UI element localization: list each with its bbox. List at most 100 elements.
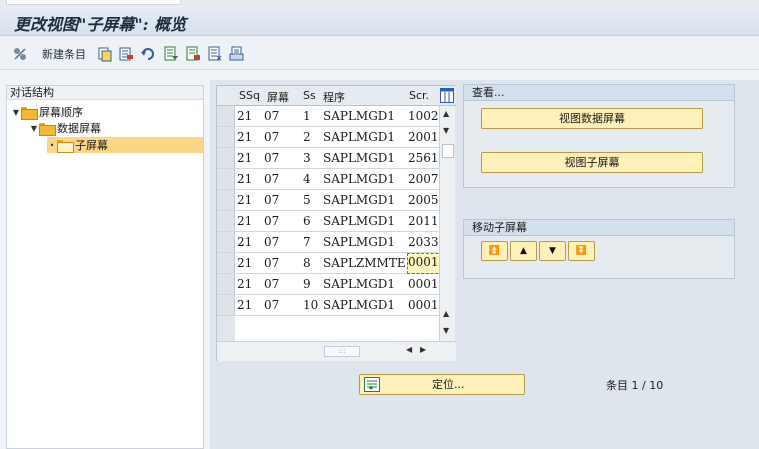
scroll-left-icon[interactable]: ◀ xyxy=(406,345,412,354)
row-selector[interactable] xyxy=(217,211,235,231)
column-header[interactable]: Ss xyxy=(303,89,316,102)
move-up-button[interactable]: ▲ xyxy=(510,241,537,261)
page-down-icon[interactable]: ▼ xyxy=(443,326,449,335)
table-cell[interactable]: 0001 xyxy=(408,298,442,312)
tree-item-screen-sequence[interactable]: ▼ 屏幕顺序 xyxy=(11,104,83,120)
table-row[interactable]: 21 07 9 SAPLMGD1 0001 xyxy=(217,274,439,295)
scroll-right-icon[interactable]: ▶ xyxy=(420,345,426,354)
table-row[interactable]: 21 07 2 SAPLMGD1 2001 xyxy=(217,127,439,148)
table-cell: 3 xyxy=(303,151,311,165)
page-up-icon[interactable]: ▲ xyxy=(443,309,449,318)
table-cell: 21 xyxy=(237,172,253,186)
table-cell[interactable]: 2561 xyxy=(408,151,442,165)
table-row[interactable]: 21 07 1 SAPLMGD1 1002 xyxy=(217,106,439,127)
table-cell[interactable]: 0001 xyxy=(408,277,442,291)
position-button-label: 定位... xyxy=(432,378,465,391)
column-header[interactable]: Scr. xyxy=(409,89,429,102)
column-header[interactable]: 屏幕 xyxy=(267,89,289,105)
view-group: 查看... 视图数据屏幕 视图子屏幕 xyxy=(463,84,735,188)
new-entries-button[interactable]: 新建条目 xyxy=(36,45,86,63)
arrow-down-icon: ▼ xyxy=(549,246,556,256)
window-tab-strip xyxy=(0,0,759,8)
table-cell[interactable]: 1002 xyxy=(408,109,442,123)
view-subscreen-button[interactable]: 视图子屏幕 xyxy=(481,152,703,173)
page-title: 更改视图"子屏幕": 概览 xyxy=(14,15,187,34)
toggle-icon xyxy=(14,48,26,60)
select-all-button[interactable] xyxy=(163,45,179,63)
row-selector[interactable] xyxy=(217,169,235,189)
table-row[interactable]: 21 07 7 SAPLMGD1 2033 xyxy=(217,232,439,253)
table-cell[interactable]: 2001 xyxy=(408,130,442,144)
table-row[interactable]: 21 07 8 SAPLZMMTE…0001 xyxy=(217,253,443,274)
row-selector[interactable] xyxy=(217,190,235,210)
delete-button[interactable] xyxy=(118,45,134,63)
move-last-button[interactable]: ⏬ xyxy=(568,241,595,261)
table-cell: 21 xyxy=(237,235,253,249)
table-cell: SAPLMGD1 xyxy=(323,277,396,291)
column-header[interactable]: SSq xyxy=(239,89,260,102)
expand-icon[interactable]: ▼ xyxy=(29,124,39,133)
column-header[interactable]: 程序 xyxy=(323,89,345,105)
table-cell: 07 xyxy=(264,109,280,123)
copy-as-button[interactable] xyxy=(97,45,113,63)
table-row[interactable]: 21 07 4 SAPLMGD1 2007 xyxy=(217,169,439,190)
view-data-screen-button[interactable]: 视图数据屏幕 xyxy=(481,108,703,129)
table-row[interactable]: 21 07 6 SAPLMGD1 2011 xyxy=(217,211,439,232)
vertical-scrollbar[interactable]: ▲ ▼ ▲ ▼ xyxy=(439,106,455,341)
table-cell: SAPLMGD1 xyxy=(323,172,396,186)
table-cell[interactable]: 2011 xyxy=(408,214,442,228)
table-cell[interactable]: 0001 xyxy=(407,253,443,274)
row-selector[interactable] xyxy=(217,253,235,273)
table-cell: 07 xyxy=(264,193,280,207)
table-row[interactable]: 21 07 3 SAPLMGD1 2561 xyxy=(217,148,439,169)
row-selector[interactable] xyxy=(217,127,235,147)
scroll-thumb[interactable] xyxy=(442,144,454,158)
new-entries-label: 新建条目 xyxy=(42,48,86,61)
scroll-down-icon[interactable]: ▼ xyxy=(443,126,449,135)
table-cell[interactable]: 2033 xyxy=(408,235,442,249)
window-tab[interactable] xyxy=(6,0,181,5)
view-group-title: 查看... xyxy=(464,85,734,101)
move-last-icon: ⏬ xyxy=(575,246,588,256)
print-button[interactable] xyxy=(229,45,245,63)
table-cell: SAPLMGD1 xyxy=(323,235,396,249)
tree-item-data-screen[interactable]: ▼ 数据屏幕 xyxy=(29,120,101,136)
move-down-button[interactable]: ▼ xyxy=(539,241,566,261)
table-cell: 5 xyxy=(303,193,311,207)
undo-change-button[interactable] xyxy=(140,45,156,63)
move-first-button[interactable]: ⏫ xyxy=(481,241,508,261)
entry-counter: 条目 1 / 10 xyxy=(606,379,664,392)
horizontal-scrollbar[interactable]: ::: ◀ ▶ xyxy=(217,341,456,361)
print-icon xyxy=(229,46,244,61)
table-cell[interactable]: 2007 xyxy=(408,172,442,186)
delete-icon xyxy=(119,47,133,61)
display-change-toggle[interactable] xyxy=(12,45,28,63)
table-cell: 6 xyxy=(303,214,311,228)
table-cell: SAPLMGD1 xyxy=(323,214,396,228)
tree-item-subscreen[interactable]: • 子屏幕 xyxy=(47,137,203,153)
row-selector[interactable] xyxy=(217,274,235,294)
tree-item-label: 子屏幕 xyxy=(75,139,108,152)
row-selector[interactable] xyxy=(217,106,235,126)
table-cell: 21 xyxy=(237,193,253,207)
position-button[interactable]: 定位... xyxy=(359,374,525,395)
row-selector[interactable] xyxy=(217,148,235,168)
folder-icon xyxy=(21,106,38,120)
table-cell[interactable]: 2005 xyxy=(408,193,442,207)
select-block-button[interactable] xyxy=(185,45,201,63)
table-cell: 9 xyxy=(303,277,311,291)
table-cell: SAPLMGD1 xyxy=(323,130,396,144)
deselect-all-button[interactable] xyxy=(207,45,223,63)
horizontal-scroll-thumb[interactable]: ::: xyxy=(324,346,360,357)
table-cell: SAPLMGD1 xyxy=(323,151,396,165)
copy-icon xyxy=(98,47,112,62)
row-selector[interactable] xyxy=(217,295,235,315)
expand-icon[interactable]: ▼ xyxy=(11,108,21,117)
table-header: SSq 屏幕 Ss 程序 Scr. xyxy=(217,86,456,106)
select-all-icon xyxy=(164,46,178,61)
table-settings-icon[interactable] xyxy=(440,88,454,103)
row-selector[interactable] xyxy=(217,232,235,252)
table-row[interactable]: 21 07 10 SAPLMGD1 0001 xyxy=(217,295,439,316)
table-row[interactable]: 21 07 5 SAPLMGD1 2005 xyxy=(217,190,439,211)
scroll-up-icon[interactable]: ▲ xyxy=(443,109,449,118)
